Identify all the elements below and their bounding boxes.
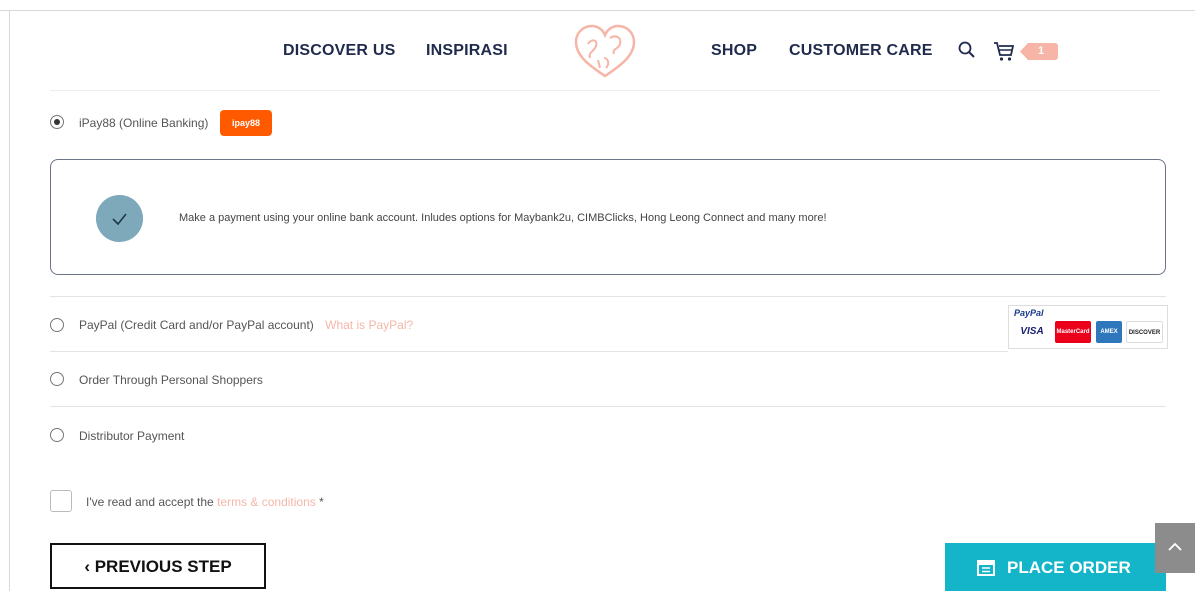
chevron-up-icon xyxy=(1168,542,1182,551)
discover-logo: DISCOVER xyxy=(1126,321,1163,343)
ipay88-logo-badge: ipay88 xyxy=(220,110,272,136)
calendar-icon xyxy=(977,560,995,576)
radio-personal-shoppers[interactable] xyxy=(50,372,64,386)
divider xyxy=(50,296,1166,297)
paypal-label-text: PayPal (Credit Card and/or PayPal accoun… xyxy=(79,318,314,332)
paypal-card-logos: PayPal VISA MasterCard AMEX DISCOVER xyxy=(1008,305,1168,349)
divider xyxy=(50,406,1166,407)
terms-prefix: I've read and accept the xyxy=(86,495,214,509)
frame-left-border xyxy=(9,10,10,591)
radio-paypal[interactable] xyxy=(50,318,64,332)
radio-distributor-payment[interactable] xyxy=(50,428,64,442)
distributor-payment-label[interactable]: Distributor Payment xyxy=(79,429,184,443)
terms-conditions-link[interactable]: terms & conditions xyxy=(217,495,316,509)
what-is-paypal-link[interactable]: What is PayPal? xyxy=(325,318,413,332)
personal-shoppers-label[interactable]: Order Through Personal Shoppers xyxy=(79,373,263,387)
previous-step-button[interactable]: ‹ PREVIOUS STEP xyxy=(50,543,266,589)
cart-icon[interactable] xyxy=(992,40,1016,62)
header-divider xyxy=(50,90,1160,91)
nav-shop[interactable]: SHOP xyxy=(711,42,757,60)
place-order-button[interactable]: PLACE ORDER xyxy=(945,543,1166,591)
nav-inspirasi[interactable]: INSPIRASI xyxy=(426,42,508,60)
required-asterisk: * xyxy=(319,495,324,509)
cart-count-badge[interactable]: 1 xyxy=(1020,43,1058,60)
terms-checkbox[interactable] xyxy=(50,490,72,512)
scroll-to-top-button[interactable] xyxy=(1155,523,1195,573)
paypal-label[interactable]: PayPal (Credit Card and/or PayPal accoun… xyxy=(79,318,413,332)
ipay88-description-text: Make a payment using your online bank ac… xyxy=(179,212,827,224)
mastercard-logo: MasterCard xyxy=(1055,321,1091,343)
place-order-label: PLACE ORDER xyxy=(1007,558,1131,577)
search-icon[interactable] xyxy=(957,40,977,60)
check-icon xyxy=(96,195,143,242)
terms-text: I've read and accept the terms & conditi… xyxy=(86,495,324,509)
amex-logo: AMEX xyxy=(1096,321,1122,343)
nav-discover-us[interactable]: DISCOVER US xyxy=(283,42,395,60)
ipay88-label[interactable]: iPay88 (Online Banking) xyxy=(79,116,208,130)
nav-customer-care[interactable]: CUSTOMER CARE xyxy=(789,42,933,60)
radio-ipay88[interactable] xyxy=(50,115,64,129)
visa-logo: VISA xyxy=(1014,321,1050,343)
divider xyxy=(50,351,1008,352)
brand-logo[interactable] xyxy=(570,22,640,82)
paypal-logo-text: PayPal xyxy=(1014,308,1044,318)
